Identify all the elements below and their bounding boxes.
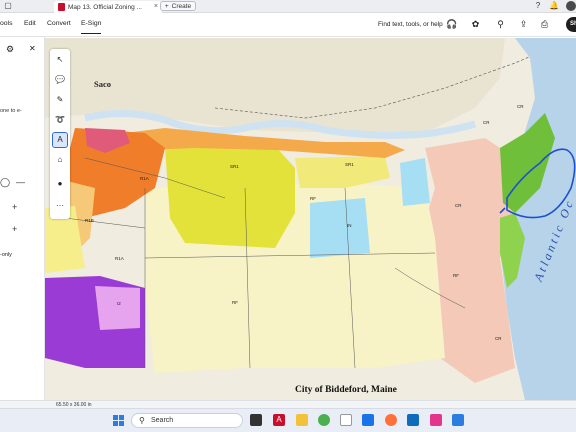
place-label: Saco bbox=[94, 79, 111, 89]
status-bar: 65.50 x 36.00 in bbox=[0, 400, 576, 408]
zone-label: RF bbox=[232, 300, 238, 305]
panel-text: one to e- bbox=[0, 108, 22, 114]
chrome-icon[interactable] bbox=[318, 414, 330, 426]
windows-start-icon[interactable] bbox=[113, 415, 124, 426]
more-icon[interactable]: ··· bbox=[53, 199, 67, 213]
zone-label: RF bbox=[453, 273, 459, 278]
menu-edit[interactable]: Edit bbox=[24, 20, 36, 27]
store-icon[interactable] bbox=[452, 414, 464, 426]
plus-icon: + bbox=[164, 2, 169, 10]
menu-convert[interactable]: Convert bbox=[47, 20, 71, 27]
industrial-park bbox=[400, 158, 430, 206]
zone-label: I2 bbox=[117, 301, 121, 306]
mail-icon[interactable] bbox=[362, 414, 374, 426]
taskbar: ⚲ Search A bbox=[0, 408, 576, 432]
toggle-icon[interactable]: ◯ bbox=[0, 177, 10, 188]
browser-titlebar: ▢ Map 13. Official Zoning ... × + Create… bbox=[0, 0, 576, 13]
tool-rail: ↖ 💬 ✎ ➰ A ⌂ ● ··· bbox=[50, 49, 70, 219]
zoning-map bbox=[45, 38, 576, 400]
print-icon[interactable]: ⎙ bbox=[539, 19, 550, 30]
create-button[interactable]: + Create bbox=[160, 1, 196, 11]
task-view-icon[interactable] bbox=[250, 414, 262, 426]
notes-icon[interactable] bbox=[340, 414, 352, 426]
avatar[interactable] bbox=[566, 1, 576, 11]
industrial-park bbox=[310, 198, 370, 258]
zone-label: CR bbox=[455, 203, 462, 208]
zone-label: IN bbox=[347, 223, 352, 228]
color-dot-icon[interactable]: ● bbox=[53, 177, 67, 191]
zone-label: R1A bbox=[115, 256, 124, 261]
photos-icon[interactable] bbox=[430, 414, 442, 426]
minus-icon[interactable]: — bbox=[16, 177, 25, 187]
plus-icon[interactable]: + bbox=[12, 224, 17, 234]
share-button[interactable]: Sh bbox=[566, 17, 576, 32]
document-canvas[interactable]: Saco City of Biddeford, Maine Atlantic O… bbox=[45, 38, 576, 400]
notifications-icon[interactable]: 🔔 bbox=[549, 1, 559, 11]
comment-icon[interactable]: 💬 bbox=[53, 73, 67, 87]
help-icon[interactable]: ? bbox=[533, 1, 543, 11]
file-explorer-icon[interactable] bbox=[296, 414, 308, 426]
close-tab-icon[interactable]: × bbox=[154, 3, 158, 10]
create-label: Create bbox=[171, 2, 192, 10]
i2-zone bbox=[95, 286, 140, 330]
zone-label: R1A bbox=[140, 176, 149, 181]
firefox-icon[interactable] bbox=[385, 414, 397, 426]
tab-document[interactable]: Map 13. Official Zoning ... × bbox=[54, 1, 162, 13]
ai-assistant-icon[interactable]: ✿ bbox=[470, 19, 481, 30]
zone-label: CR bbox=[483, 120, 490, 125]
zone-label: R1B bbox=[85, 218, 94, 223]
browser-menu-icon[interactable]: ▢ bbox=[3, 1, 13, 11]
search-icon: ⚲ bbox=[139, 416, 145, 425]
left-panel: ⚙ ✕ one to e- ◯ — + + -only bbox=[0, 37, 45, 407]
zone-label: CR bbox=[495, 336, 502, 341]
pdf-icon bbox=[58, 3, 65, 11]
plus-icon[interactable]: + bbox=[12, 202, 17, 212]
close-icon[interactable]: ✕ bbox=[29, 44, 36, 53]
stamp-icon[interactable]: ⌂ bbox=[53, 153, 67, 167]
zone-label: SR1 bbox=[345, 162, 354, 167]
search-label: Search bbox=[151, 417, 174, 424]
menu-esign[interactable]: E-Sign bbox=[81, 20, 102, 34]
zone-label: SR1 bbox=[230, 164, 239, 169]
taskbar-search[interactable]: ⚲ Search bbox=[131, 413, 243, 428]
draw-lasso-icon[interactable]: ➰ bbox=[53, 113, 67, 127]
outlook-icon[interactable] bbox=[407, 414, 419, 426]
zone-label: CR bbox=[517, 104, 524, 109]
zone-label: RF bbox=[310, 196, 316, 201]
map-title: City of Biddeford, Maine bbox=[295, 385, 397, 395]
menu-bar: ools Edit Convert E-Sign Find text, tool… bbox=[0, 13, 576, 37]
sr1-zone bbox=[165, 146, 295, 248]
find-text-box[interactable]: Find text, tools, or help bbox=[378, 21, 443, 28]
select-arrow-icon[interactable]: ↖ bbox=[53, 53, 67, 67]
text-select-icon[interactable]: A bbox=[52, 132, 68, 148]
tab-document-title: Map 13. Official Zoning ... bbox=[68, 3, 142, 11]
pen-icon[interactable]: ✎ bbox=[53, 93, 67, 107]
upload-icon[interactable]: ⇪ bbox=[518, 19, 529, 30]
panel-text: -only bbox=[0, 252, 12, 258]
menu-tools[interactable]: ools bbox=[0, 20, 12, 27]
headset-icon[interactable]: 🎧 bbox=[446, 19, 457, 30]
gear-icon[interactable]: ⚙ bbox=[6, 44, 14, 55]
acrobat-icon[interactable]: A bbox=[273, 414, 285, 426]
search-icon[interactable]: ⚲ bbox=[495, 19, 506, 30]
